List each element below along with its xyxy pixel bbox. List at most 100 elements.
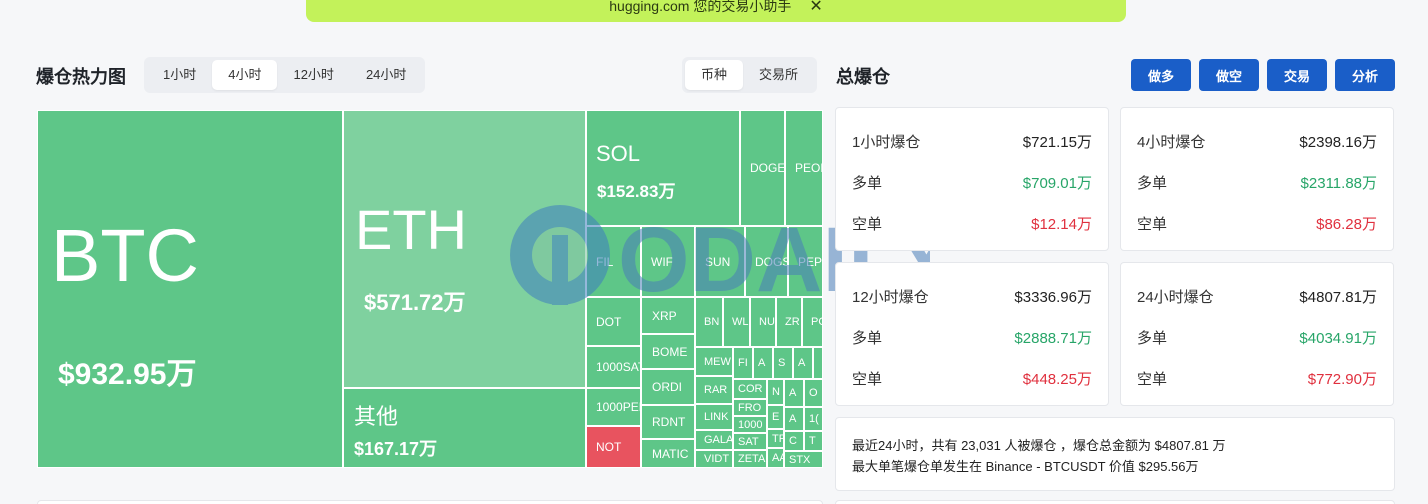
- treemap-cell-1000sats[interactable]: 1000SAT: [586, 346, 641, 388]
- treemap-cell-aa[interactable]: AA: [767, 448, 784, 468]
- cell-value: $167.17万: [354, 439, 438, 459]
- treemap-cell-fi[interactable]: FI: [733, 347, 753, 379]
- long-value: $2311.88万: [1300, 175, 1377, 192]
- action-buttons: 做多 做空 交易 分析: [1131, 59, 1395, 91]
- treemap-cell-wif[interactable]: WIF: [641, 226, 695, 297]
- long-value: $4034.91万: [1299, 330, 1377, 347]
- trade-button[interactable]: 交易: [1267, 59, 1327, 91]
- treemap-cell-pepe[interactable]: PEPE: [788, 226, 823, 297]
- treemap-cell-tr[interactable]: TR: [767, 429, 784, 448]
- treemap-cell-zr[interactable]: ZR: [776, 297, 802, 347]
- treemap-cell-eth[interactable]: ETH $571.72万: [343, 110, 586, 388]
- treemap-cell-rdnt[interactable]: RDNT: [641, 405, 695, 439]
- next-panel-edge-right: [835, 500, 1395, 504]
- treemap-cell-1000pepe[interactable]: 1000PEP: [586, 388, 641, 426]
- card-24h: 24小时爆仓 $4807.81万 多单 $4034.91万 空单 $772.90万: [1120, 262, 1394, 406]
- treemap-cell-e[interactable]: E: [767, 405, 784, 429]
- card-title: 1小时爆仓: [852, 134, 921, 151]
- treemap-cell-other[interactable]: 其他 $167.17万: [343, 388, 586, 468]
- treemap-cell-a2[interactable]: A: [793, 347, 813, 379]
- treemap-cell-o[interactable]: O: [804, 379, 823, 407]
- treemap-cell-stx[interactable]: STX: [784, 451, 823, 468]
- treemap-cell-a3[interactable]: A: [784, 379, 804, 407]
- treemap-cell-matic[interactable]: MATIC: [641, 439, 695, 468]
- treemap-cell-t[interactable]: T: [804, 431, 823, 451]
- treemap-cell-po[interactable]: PO: [802, 297, 823, 347]
- card-total: $3336.96万: [1014, 289, 1092, 306]
- cell-name: BTC: [51, 214, 199, 297]
- treemap-cell-s[interactable]: S: [773, 347, 793, 379]
- liquidation-summary: 最近24小时，共有 23,031 人被爆仓 ，爆仓总金额为 $4807.81 万…: [835, 417, 1395, 491]
- promo-banner: hugging.com 您的交易小助手 ✕: [306, 0, 1126, 22]
- long-label: 多单: [1137, 330, 1168, 347]
- card-4h: 4小时爆仓 $2398.16万 多单 $2311.88万 空单 $86.28万: [1120, 107, 1394, 251]
- treemap-cell-gala[interactable]: GALA: [695, 430, 733, 450]
- treemap-cell-n[interactable]: N: [767, 379, 784, 405]
- treemap-cell-sat[interactable]: SAT: [733, 433, 767, 450]
- treemap-cell-1000[interactable]: 1000: [733, 416, 767, 433]
- treemap-cell-xrp[interactable]: XRP: [641, 297, 695, 334]
- tab-exchange[interactable]: 交易所: [743, 60, 814, 90]
- treemap-cell-doge[interactable]: DOGE: [740, 110, 785, 226]
- treemap-cell-bn[interactable]: BN: [695, 297, 723, 347]
- tab-4h[interactable]: 4小时: [212, 60, 278, 90]
- long-label: 多单: [852, 330, 883, 347]
- long-label: 多单: [1137, 175, 1168, 192]
- treemap-cell-sun[interactable]: SUN: [695, 226, 745, 297]
- treemap-cell-bome[interactable]: BOME: [641, 334, 695, 369]
- treemap-cell-fro[interactable]: FRO: [733, 399, 767, 416]
- total-liquidation-title: 总爆仓: [836, 67, 890, 87]
- long-value: $709.01万: [1022, 175, 1092, 192]
- treemap-cell-btc[interactable]: BTC $932.95万: [37, 110, 343, 468]
- card-1h: 1小时爆仓 $721.15万 多单 $709.01万 空单 $12.14万: [835, 107, 1109, 251]
- treemap-cell-ordi[interactable]: ORDI: [641, 369, 695, 405]
- liquidation-treemap: BTC $932.95万 ETH $571.72万 其他 $167.17万 SO…: [37, 110, 823, 468]
- tab-1h[interactable]: 1小时: [147, 60, 212, 90]
- cell-name: ETH: [355, 198, 467, 261]
- card-total: $2398.16万: [1299, 134, 1377, 151]
- card-title: 24小时爆仓: [1137, 289, 1214, 306]
- card-total: $4807.81万: [1299, 289, 1377, 306]
- card-title: 12小时爆仓: [852, 289, 929, 306]
- card-title: 4小时爆仓: [1137, 134, 1206, 151]
- short-value: $448.25万: [1022, 371, 1092, 388]
- card-12h: 12小时爆仓 $3336.96万 多单 $2888.71万 空单 $448.25万: [835, 262, 1109, 406]
- treemap-cell-mew[interactable]: MEW: [695, 347, 733, 376]
- tab-12h[interactable]: 12小时: [277, 60, 349, 90]
- tab-24h[interactable]: 24小时: [350, 60, 422, 90]
- treemap-cell-link[interactable]: LINK: [695, 404, 733, 430]
- treemap-cell-not[interactable]: NOT: [586, 426, 641, 468]
- treemap-cell-sol[interactable]: SOL $152.83万: [586, 110, 740, 226]
- treemap-cell-fil[interactable]: FIL: [586, 226, 641, 297]
- heatmap-title: 爆仓热力图: [36, 67, 126, 87]
- short-label: 空单: [852, 216, 883, 233]
- tab-coin[interactable]: 币种: [685, 60, 744, 90]
- cell-name: SOL: [596, 141, 641, 166]
- treemap-cell-tiny[interactable]: [813, 347, 823, 379]
- short-value: $86.28万: [1316, 216, 1377, 233]
- analysis-button[interactable]: 分析: [1335, 59, 1395, 91]
- treemap-cell-a1[interactable]: A: [753, 347, 773, 379]
- short-label: 空单: [1137, 216, 1168, 233]
- close-icon[interactable]: ✕: [809, 0, 822, 16]
- treemap-cell-rar[interactable]: RAR: [695, 376, 733, 404]
- treemap-cell-dot[interactable]: DOT: [586, 297, 641, 346]
- treemap-cell-zeta[interactable]: ZETA: [733, 450, 767, 468]
- short-button[interactable]: 做空: [1199, 59, 1259, 91]
- treemap-cell-cor[interactable]: COR: [733, 379, 767, 399]
- treemap-cell-nu[interactable]: NU: [750, 297, 776, 347]
- long-button[interactable]: 做多: [1131, 59, 1191, 91]
- treemap-cell-1[interactable]: 1(: [804, 407, 823, 431]
- treemap-cell-peop[interactable]: PEOP: [785, 110, 823, 226]
- cell-value: $152.83万: [597, 182, 676, 201]
- treemap-cell-dogs[interactable]: DOGS: [745, 226, 788, 297]
- treemap-cell-wl[interactable]: WL: [723, 297, 750, 347]
- group-by-tabs: 币种 交易所: [682, 57, 818, 93]
- treemap-cell-vidt[interactable]: VIDT: [695, 450, 733, 468]
- cell-name: 其他: [354, 404, 399, 429]
- cell-value: $571.72万: [364, 290, 466, 315]
- time-range-tabs: 1小时 4小时 12小时 24小时: [144, 57, 426, 93]
- treemap-cell-a4[interactable]: A: [784, 407, 804, 431]
- treemap-cell-c[interactable]: C: [784, 431, 804, 451]
- short-value: $772.90万: [1307, 371, 1377, 388]
